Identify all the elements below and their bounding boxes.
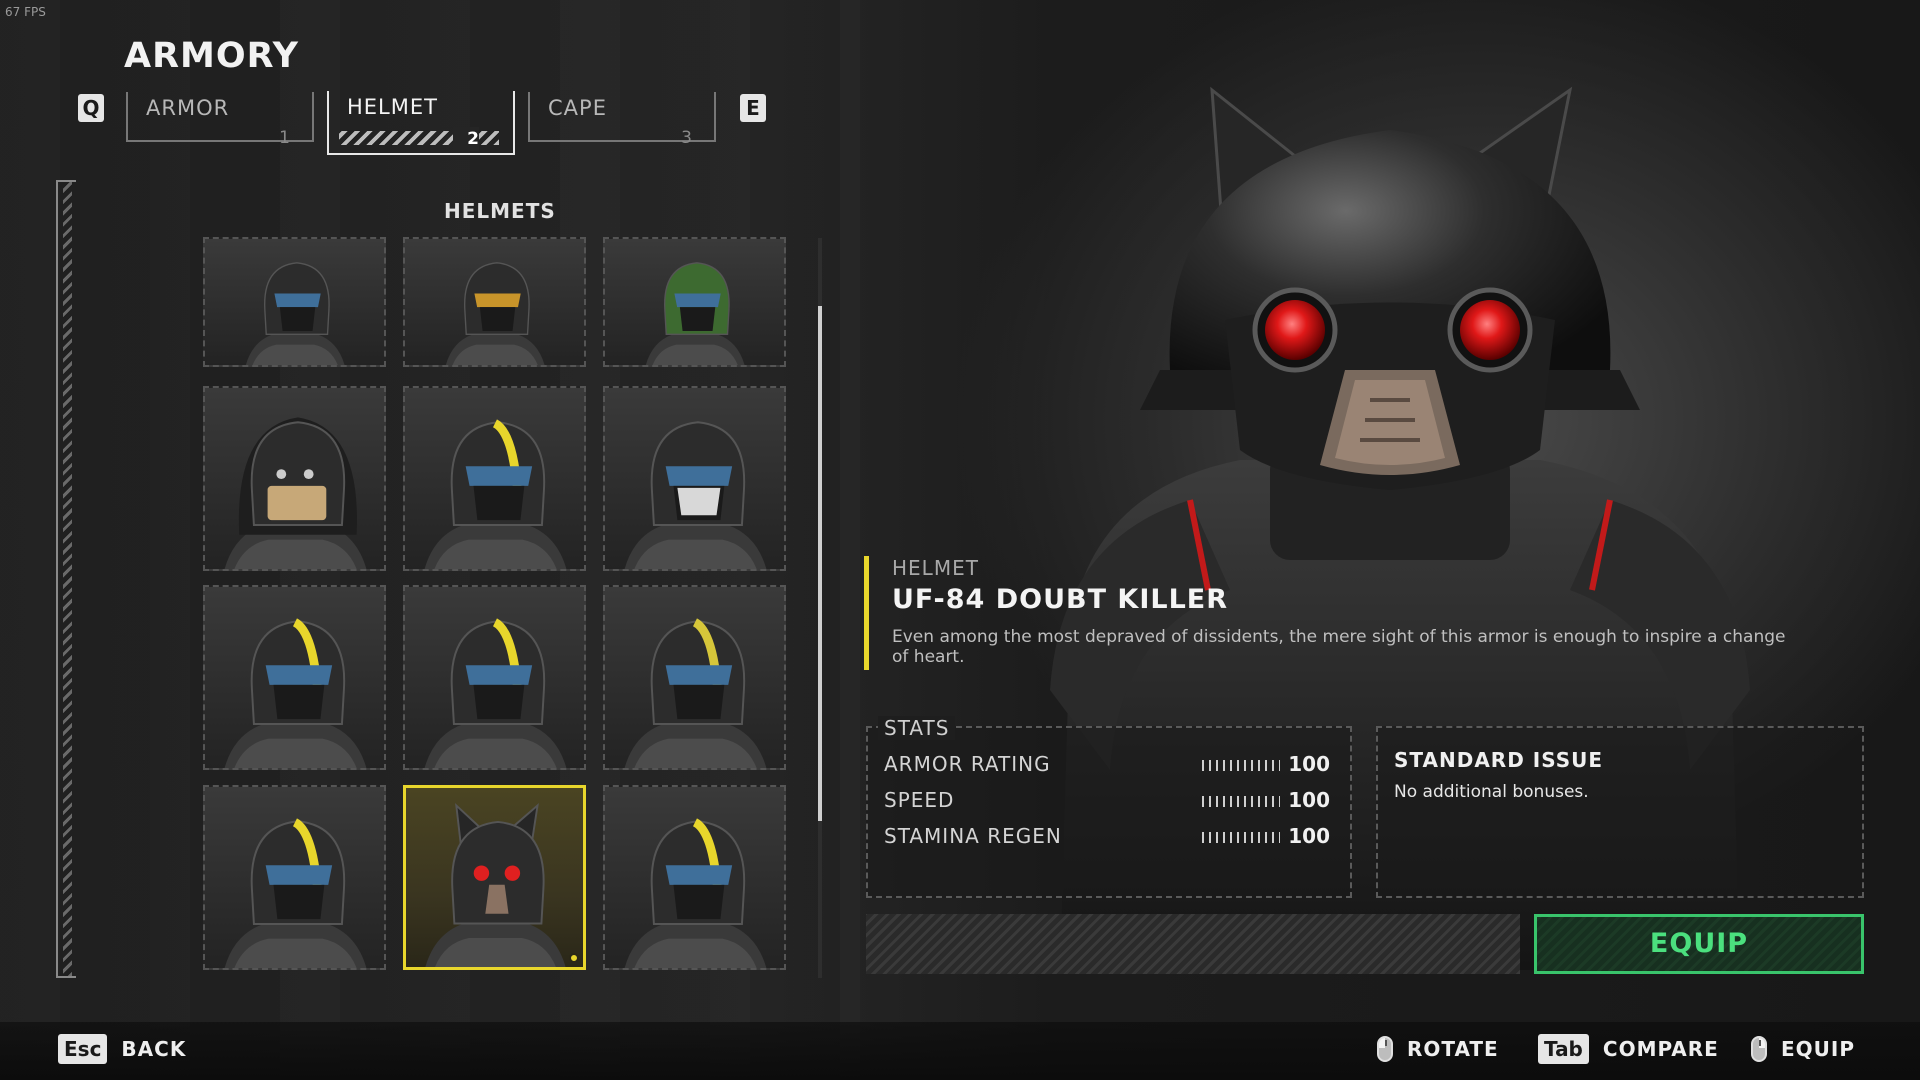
helmet-yellow-stripe-icon (424, 618, 567, 768)
helmet-gold-visor-icon (445, 262, 545, 365)
hint-label: ROTATE (1407, 1037, 1499, 1061)
helmet-slot[interactable] (203, 785, 386, 970)
helmet-dark-stripe-icon (624, 618, 767, 768)
helmet-yellow-crest-icon (424, 419, 567, 569)
helmet-slot[interactable] (403, 386, 586, 571)
tab-number: 1 (279, 128, 290, 148)
mouse-right-icon (1751, 1036, 1767, 1062)
helmet-knight-icon (624, 818, 767, 968)
tab-key: Tab (1538, 1034, 1589, 1064)
tab-armor[interactable]: ARMOR 1 (126, 92, 314, 148)
hint-label: COMPARE (1602, 1037, 1719, 1061)
hint-label: BACK (121, 1037, 187, 1061)
hint-compare[interactable]: Tab COMPARE (1538, 1033, 1719, 1065)
helmet-slot[interactable] (403, 585, 586, 770)
helmet-slot[interactable] (403, 785, 586, 970)
hint-equip[interactable]: EQUIP (1751, 1033, 1855, 1065)
tab-label: HELMET (347, 95, 438, 119)
stat-value: 100 (1288, 752, 1330, 776)
stats-title: STATS (878, 716, 956, 740)
stat-row-speed: SPEED 100 (884, 788, 1330, 814)
passive-description: No additional bonuses. (1394, 782, 1589, 802)
grid-heading: HELMETS (444, 199, 556, 223)
page-title: ARMORY (124, 36, 300, 76)
stat-name: SPEED (884, 788, 955, 812)
side-rail (56, 180, 76, 978)
passive-panel: STANDARD ISSUE No additional bonuses. (1376, 726, 1864, 898)
stats-panel: STATS ARMOR RATING 100 SPEED 100 STAMINA… (866, 716, 1352, 898)
scrollbar-thumb[interactable] (818, 305, 822, 821)
helmet-slot[interactable] (603, 237, 786, 367)
item-category: HELMET (892, 556, 979, 580)
item-description: Even among the most depraved of dissiden… (892, 627, 1786, 667)
helmet-slot[interactable] (603, 386, 786, 571)
info-accent-bar (864, 556, 869, 670)
helmet-slot[interactable] (203, 585, 386, 770)
next-tab-key[interactable]: E (740, 94, 766, 122)
prev-tab-key[interactable]: Q (78, 94, 104, 122)
tab-number: 2 (467, 129, 479, 149)
tab-label: CAPE (548, 96, 607, 120)
helmet-yellow-stripe-icon (224, 818, 367, 968)
tab-label: ARMOR (146, 96, 230, 120)
stat-meter (1202, 796, 1280, 807)
stat-value: 100 (1288, 788, 1330, 812)
helmet-yellow-stripe-icon (224, 618, 367, 768)
helmet-green-icon (645, 262, 745, 365)
helmet-slot[interactable] (203, 237, 386, 367)
hint-back[interactable]: Esc BACK (58, 1033, 186, 1065)
hint-label: EQUIP (1781, 1037, 1856, 1061)
tab-helmet[interactable]: HELMET 2 (327, 91, 515, 155)
stat-row-armor-rating: ARMOR RATING 100 (884, 752, 1330, 778)
stat-name: STAMINA REGEN (884, 824, 1062, 848)
equipped-indicator-icon (569, 953, 579, 963)
stat-meter (1202, 760, 1280, 771)
hint-rotate[interactable]: ROTATE (1377, 1033, 1499, 1065)
helmet-slot[interactable] (603, 785, 786, 970)
fps-counter: 67 FPS (5, 5, 46, 19)
helmet-slot[interactable] (603, 585, 786, 770)
equip-button[interactable]: EQUIP (1534, 914, 1864, 974)
helmet-black-visor-icon (245, 262, 345, 365)
stat-name: ARMOR RATING (884, 752, 1051, 776)
stat-row-stamina-regen: STAMINA REGEN 100 (884, 824, 1330, 850)
helmet-hooded-icon (224, 417, 367, 569)
mouse-left-icon (1377, 1036, 1393, 1062)
stat-meter (1202, 832, 1280, 843)
tab-cape[interactable]: CAPE 3 (528, 92, 716, 148)
helmet-white-mask-icon (624, 421, 767, 569)
esc-key: Esc (58, 1034, 108, 1064)
item-name: UF-84 DOUBT KILLER (892, 584, 1229, 615)
helmet-cat-ears-icon (425, 802, 566, 967)
passive-title: STANDARD ISSUE (1394, 748, 1604, 772)
tab-number: 3 (681, 128, 692, 148)
stat-value: 100 (1288, 824, 1330, 848)
helmet-slot[interactable] (403, 237, 586, 367)
equip-progress-bar (866, 914, 1520, 974)
helmet-slot[interactable] (203, 386, 386, 571)
